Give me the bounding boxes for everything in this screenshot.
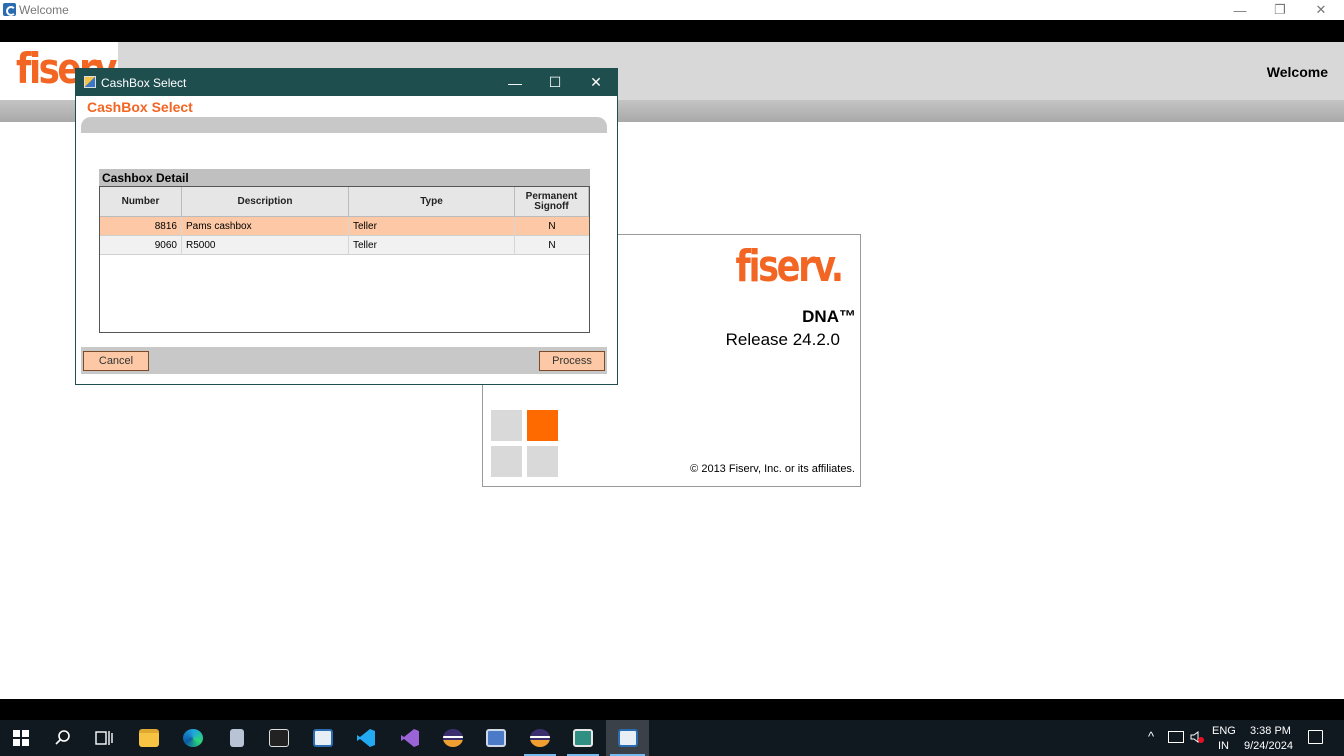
start-icon[interactable] bbox=[1, 720, 41, 756]
network-icon[interactable] bbox=[1168, 731, 1184, 743]
column-header-description[interactable]: Description bbox=[182, 187, 349, 217]
notifications-icon[interactable] bbox=[1308, 730, 1323, 744]
task-view-icon[interactable] bbox=[84, 720, 124, 756]
edge-icon[interactable] bbox=[173, 720, 213, 756]
top-black-band bbox=[0, 20, 1344, 42]
cashbox-detail-title: Cashbox Detail bbox=[102, 171, 189, 185]
eclipse-icon[interactable] bbox=[520, 720, 560, 756]
main-title-bar: Welcome — ❐ ✕ bbox=[0, 0, 1344, 20]
app-icon[interactable] bbox=[303, 720, 343, 756]
release-version: Release 24.2.0 bbox=[725, 330, 840, 349]
cell-type: Teller bbox=[349, 236, 515, 255]
logo-square-gray bbox=[491, 446, 522, 477]
table-row[interactable]: 8816 Pams cashbox Teller N bbox=[100, 217, 589, 236]
cell-signoff: N bbox=[548, 221, 556, 232]
dialog-footer: Cancel Process bbox=[81, 347, 607, 374]
close-button[interactable]: ✕ bbox=[1301, 0, 1341, 20]
cell-type: Teller bbox=[349, 217, 515, 236]
taskbar: ^ ENG IN 3:38 PM 9/24/2024 bbox=[0, 720, 1344, 756]
eclipse-icon[interactable] bbox=[433, 720, 473, 756]
visual-studio-icon[interactable] bbox=[390, 720, 430, 756]
product-name: DNA™ bbox=[802, 307, 856, 326]
clock-date[interactable]: 9/24/2024 bbox=[1244, 740, 1293, 752]
cashbox-select-dialog: CashBox Select — ☐ ✕ CashBox Select Cash… bbox=[75, 68, 618, 385]
panel-top-bar bbox=[81, 117, 607, 133]
language-indicator-bottom[interactable]: IN bbox=[1218, 740, 1229, 752]
dna-app-icon[interactable] bbox=[606, 720, 649, 756]
restore-button[interactable]: ❐ bbox=[1260, 0, 1300, 20]
volume-muted-icon[interactable] bbox=[1190, 730, 1204, 744]
terminal-icon[interactable] bbox=[259, 720, 299, 756]
taskbar-top-band bbox=[0, 699, 1344, 720]
clock-time[interactable]: 3:38 PM bbox=[1250, 725, 1291, 737]
app-icon[interactable] bbox=[563, 720, 603, 756]
tray-overflow-chevron-icon[interactable]: ^ bbox=[1148, 729, 1154, 744]
app-icon[interactable] bbox=[217, 720, 257, 756]
column-header-permanent-signoff[interactable]: Permanent Signoff bbox=[515, 187, 589, 217]
splash-fiserv-logo: fiserv. bbox=[735, 241, 845, 292]
cashbox-grid: Number Description Type Permanent Signof… bbox=[99, 186, 590, 333]
file-explorer-icon[interactable] bbox=[129, 720, 169, 756]
app-icon[interactable] bbox=[476, 720, 516, 756]
logo-square-gray bbox=[491, 410, 522, 441]
minimize-button[interactable]: — bbox=[1220, 0, 1260, 20]
logo-square-orange bbox=[527, 410, 558, 441]
dialog-panel: Cashbox Detail Number Description Type P… bbox=[81, 117, 607, 374]
dna-app-icon bbox=[3, 3, 16, 16]
language-indicator-top[interactable]: ENG bbox=[1212, 725, 1236, 737]
dialog-title-bar[interactable]: CashBox Select — ☐ ✕ bbox=[76, 69, 617, 96]
cashbox-detail-header: Cashbox Detail bbox=[99, 169, 590, 186]
cancel-button[interactable]: Cancel bbox=[83, 351, 149, 371]
search-icon[interactable] bbox=[43, 720, 83, 756]
cell-signoff: N bbox=[548, 240, 556, 251]
dialog-close-button[interactable]: ✕ bbox=[576, 69, 616, 96]
process-button[interactable]: Process bbox=[539, 351, 605, 371]
cell-number: 9060 bbox=[100, 236, 182, 255]
dialog-app-icon bbox=[84, 76, 96, 88]
cell-description: Pams cashbox bbox=[182, 217, 349, 236]
column-header-number[interactable]: Number bbox=[100, 187, 182, 217]
copyright-text: © 2013 Fiserv, Inc. or its affiliates. bbox=[690, 463, 855, 475]
dialog-minimize-button[interactable]: — bbox=[495, 69, 535, 96]
window-title: Welcome bbox=[19, 3, 69, 17]
cell-number: 8816 bbox=[100, 217, 182, 236]
vscode-icon[interactable] bbox=[346, 720, 386, 756]
dialog-title: CashBox Select bbox=[101, 76, 187, 90]
logo-square-gray bbox=[527, 446, 558, 477]
header-welcome-label: Welcome bbox=[1266, 64, 1328, 80]
cell-description: R5000 bbox=[182, 236, 349, 255]
column-header-type[interactable]: Type bbox=[349, 187, 515, 217]
dialog-maximize-button[interactable]: ☐ bbox=[535, 69, 575, 96]
table-row[interactable]: 9060 R5000 Teller N bbox=[100, 236, 589, 255]
dialog-heading: CashBox Select bbox=[87, 99, 193, 115]
